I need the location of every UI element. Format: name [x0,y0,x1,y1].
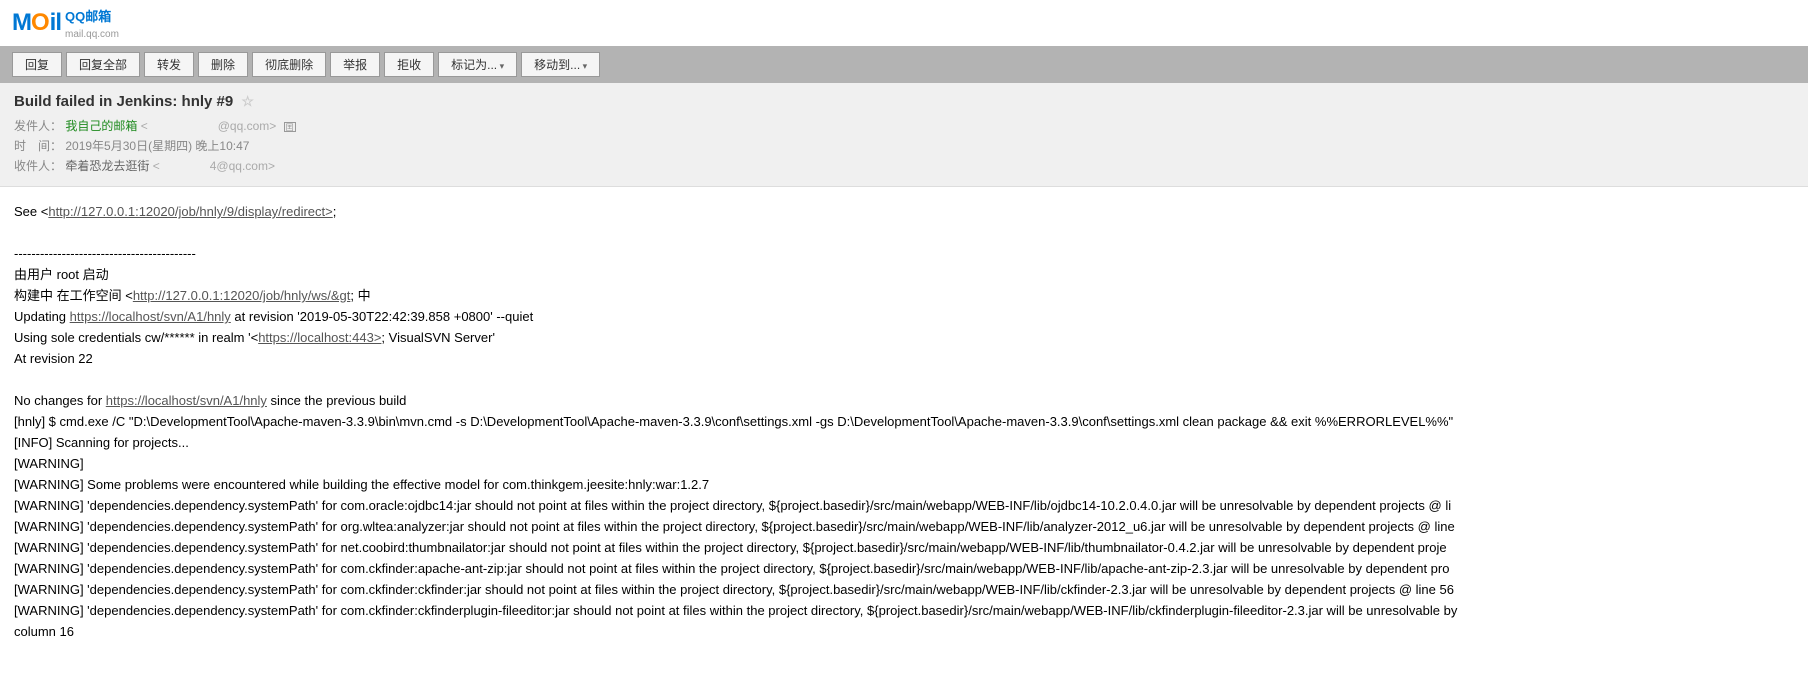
reply-button[interactable]: 回复 [12,52,62,77]
date-label: 时 间： [14,139,62,153]
sender-row: 发件人： 我自己的邮箱 <@qq.com> 囯 [14,116,1794,136]
body-line: column 16 [14,621,1794,642]
svn-link-2[interactable]: https://localhost/svn/A1/hnly [106,393,267,408]
mark-as-button[interactable]: 标记为... [438,52,517,77]
workspace-link[interactable]: http://127.0.0.1:12020/job/hnly/ws/&gt [133,288,351,303]
logo-o: O [31,9,50,37]
forward-button[interactable]: 转发 [144,52,194,77]
body-line: [WARNING] 'dependencies.dependency.syste… [14,516,1794,537]
date-row: 时 间： 2019年5月30日(星期四) 晚上10:47 [14,136,1794,156]
body-line: [INFO] Scanning for projects... [14,432,1794,453]
body-line: [WARNING] 'dependencies.dependency.syste… [14,579,1794,600]
mail-subject: Build failed in Jenkins: hnly #9 ☆ [14,93,1794,110]
logo-il: il [50,9,61,37]
toolbar: 回复 回复全部 转发 删除 彻底删除 举报 拒收 标记为... 移动到... [0,46,1808,83]
recipient-row: 收件人： 牵着恐龙去逛街 <4@qq.com> [14,156,1794,176]
body-line: 由用户 root 启动 [14,264,1794,285]
body-line: [WARNING] 'dependencies.dependency.syste… [14,558,1794,579]
body-line: [WARNING] 'dependencies.dependency.syste… [14,495,1794,516]
body-line: ----------------------------------------… [14,243,1794,264]
logo-m: M [12,9,31,37]
address-book-icon[interactable]: 囯 [284,122,296,132]
svn-link[interactable]: https://localhost/svn/A1/hnly [70,309,231,324]
sender-label: 发件人： [14,119,62,133]
sender-name-link[interactable]: 我自己的邮箱 [65,119,137,133]
logo-title: QQ邮箱 [65,9,111,24]
body-line: [WARNING] 'dependencies.dependency.syste… [14,600,1794,621]
recipient-label: 收件人： [14,159,62,173]
recipient-email: <4@qq.com> [153,159,275,173]
body-line: 构建中 在工作空间 <http://127.0.0.1:12020/job/hn… [14,285,1794,306]
redirect-link[interactable]: http://127.0.0.1:12020/job/hnly/9/displa… [48,204,332,219]
app-header: M O il QQ邮箱 mail.qq.com [0,0,1808,46]
body-line: Using sole credentials cw/****** in real… [14,327,1794,348]
recipient-name: 牵着恐龙去逛街 [65,159,149,173]
mail-body: See <http://127.0.0.1:12020/job/hnly/9/d… [0,187,1808,656]
body-line: [hnly] $ cmd.exe /C "D:\DevelopmentTool\… [14,411,1794,432]
star-icon[interactable]: ☆ [241,93,254,109]
body-line: [WARNING] 'dependencies.dependency.syste… [14,537,1794,558]
delete-button[interactable]: 删除 [198,52,248,77]
body-line: Updating https://localhost/svn/A1/hnly a… [14,306,1794,327]
localhost-link[interactable]: https://localhost:443> [258,330,381,345]
move-to-button[interactable]: 移动到... [521,52,600,77]
date-value: 2019年5月30日(星期四) 晚上10:47 [65,139,249,153]
logo-subtitle: mail.qq.com [65,29,119,40]
body-line: [WARNING] Some problems were encountered… [14,474,1794,495]
body-line: See <http://127.0.0.1:12020/job/hnly/9/d… [14,201,1794,222]
logo-text: QQ邮箱 mail.qq.com [65,6,119,40]
body-line: At revision 22 [14,348,1794,369]
reply-all-button[interactable]: 回复全部 [66,52,140,77]
body-line: [WARNING] [14,453,1794,474]
reject-button[interactable]: 拒收 [384,52,434,77]
body-line: No changes for https://localhost/svn/A1/… [14,390,1794,411]
subject-text: Build failed in Jenkins: hnly #9 [14,93,233,110]
mail-header: Build failed in Jenkins: hnly #9 ☆ 发件人： … [0,83,1808,187]
report-button[interactable]: 举报 [330,52,380,77]
sender-email: <@qq.com> [141,119,277,133]
delete-forever-button[interactable]: 彻底删除 [252,52,326,77]
